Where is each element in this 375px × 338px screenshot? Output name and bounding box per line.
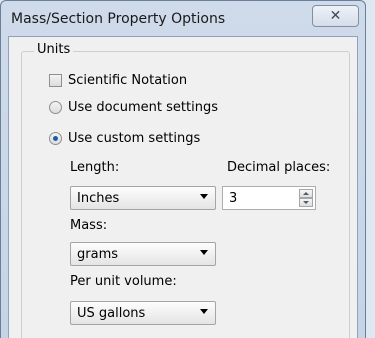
per-unit-volume-label: Per unit volume: bbox=[70, 274, 177, 289]
arrow-down-icon bbox=[303, 201, 309, 204]
decimal-places-stepper[interactable]: 3 bbox=[222, 186, 316, 210]
arrow-up-icon bbox=[303, 192, 309, 195]
use-custom-settings-label: Use custom settings bbox=[68, 131, 201, 146]
per-unit-volume-select-value: US gallons bbox=[77, 305, 146, 321]
use-document-settings-label: Use document settings bbox=[68, 100, 218, 115]
scientific-notation-label: Scientific Notation bbox=[68, 73, 188, 88]
radio-button-selected[interactable] bbox=[49, 132, 62, 145]
length-select[interactable]: Inches bbox=[70, 186, 216, 210]
mass-select-value: grams bbox=[77, 246, 118, 262]
chevron-down-icon bbox=[200, 194, 208, 199]
dialog-title: Mass/Section Property Options bbox=[11, 11, 226, 27]
radio-button[interactable] bbox=[49, 101, 62, 114]
spin-up-button[interactable] bbox=[299, 189, 313, 198]
chevron-down-icon bbox=[200, 250, 208, 255]
use-custom-settings-radio[interactable]: Use custom settings bbox=[49, 131, 200, 146]
per-unit-volume-select[interactable]: US gallons bbox=[70, 301, 216, 325]
decimal-places-value[interactable]: 3 bbox=[229, 191, 237, 206]
length-select-value: Inches bbox=[77, 190, 120, 206]
length-label: Length: bbox=[70, 160, 120, 175]
mass-label: Mass: bbox=[70, 218, 108, 233]
use-document-settings-radio[interactable]: Use document settings bbox=[49, 100, 218, 115]
close-icon: ✕ bbox=[329, 8, 342, 24]
mass-select[interactable]: grams bbox=[70, 242, 216, 266]
checkbox-box[interactable] bbox=[49, 74, 62, 87]
chevron-down-icon bbox=[200, 309, 208, 314]
scientific-notation-checkbox[interactable]: Scientific Notation bbox=[49, 73, 187, 88]
decimal-places-label: Decimal places: bbox=[227, 160, 331, 175]
spin-down-button[interactable] bbox=[299, 198, 313, 207]
close-button[interactable]: ✕ bbox=[312, 5, 359, 27]
units-group-legend: Units bbox=[34, 42, 74, 57]
